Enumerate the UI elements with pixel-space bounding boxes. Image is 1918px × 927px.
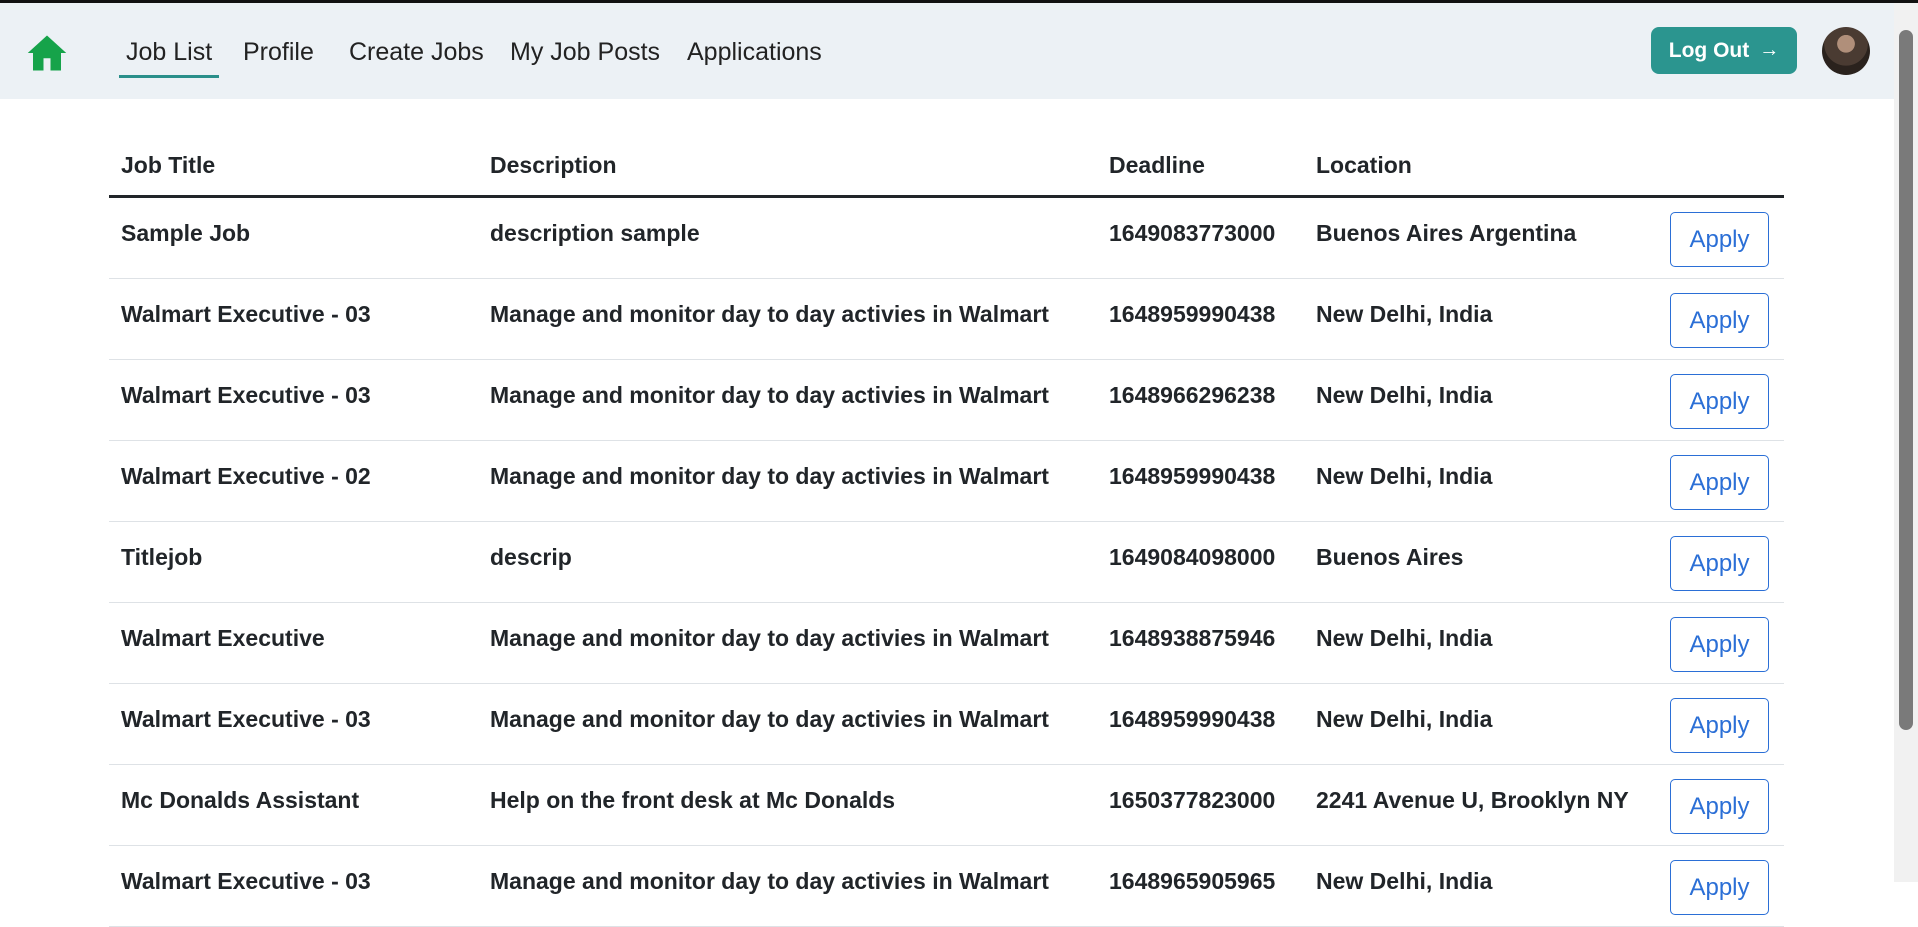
nav-create-jobs[interactable]: Create Jobs: [349, 37, 484, 67]
header-description: Description: [490, 152, 617, 178]
table-row: Sample Job description sample 164908377300…: [109, 198, 1784, 279]
cell-location: New Delhi, India: [1316, 301, 1493, 327]
cell-deadline: 1648959990438: [1109, 301, 1276, 327]
cell-job-title: Walmart Executive - 03: [121, 706, 371, 732]
cell-description: Manage and monitor day to day activies i…: [490, 625, 1049, 651]
cell-deadline: 1648966296238: [1109, 382, 1276, 408]
cell-description: descrip: [490, 544, 572, 570]
header-job-title: Job Title: [121, 152, 216, 178]
cell-job-title: Sample Job: [121, 220, 251, 246]
table-row: Walmart Executive - 03 Manage and monitor…: [109, 279, 1784, 360]
cell-deadline: 1648938875946: [1109, 625, 1276, 651]
cell-description: description sample: [490, 220, 700, 246]
nav-my-job-posts[interactable]: My Job Posts: [510, 37, 660, 67]
nav-applications[interactable]: Applications: [687, 37, 822, 67]
apply-button[interactable]: Apply: [1670, 455, 1769, 510]
table-row: Walmart Executive - 03 Manage and monitor…: [109, 360, 1784, 441]
table-row: Walmart Executive Manage and monitor day …: [109, 603, 1784, 684]
home-icon[interactable]: [26, 32, 68, 74]
cell-description: Manage and monitor day to day activies i…: [490, 463, 1049, 489]
cell-deadline: 1648959990438: [1109, 706, 1276, 732]
avatar[interactable]: [1822, 27, 1870, 75]
table-header: Job Title Description Deadline Location: [109, 140, 1784, 198]
arrow-right-icon: →: [1759, 39, 1780, 61]
apply-button[interactable]: Apply: [1670, 698, 1769, 753]
cell-deadline: 1649084098000: [1109, 544, 1276, 570]
cell-deadline: 1650377823000: [1109, 787, 1276, 813]
table-row: Mc Donalds Assistant Help on the front de…: [109, 765, 1784, 846]
cell-job-title: Walmart Executive - 03: [121, 301, 371, 327]
scrollbar-thumb[interactable]: [1899, 30, 1913, 730]
cell-location: Buenos Aires: [1316, 544, 1464, 570]
cell-description: Manage and monitor day to day activies i…: [490, 301, 1049, 327]
apply-button[interactable]: Apply: [1670, 617, 1769, 672]
table-row: Titlejob descrip 1649084098000 Buenos Aires…: [109, 522, 1784, 603]
cell-location: New Delhi, India: [1316, 463, 1493, 489]
cell-job-title: Walmart Executive - 03: [121, 382, 371, 408]
cell-deadline: 1649083773000: [1109, 220, 1276, 246]
cell-job-title: Mc Donalds Assistant: [121, 787, 360, 813]
apply-button[interactable]: Apply: [1670, 536, 1769, 591]
apply-button[interactable]: Apply: [1670, 293, 1769, 348]
header-location: Location: [1316, 152, 1412, 178]
cell-location: New Delhi, India: [1316, 706, 1493, 732]
cell-location: New Delhi, India: [1316, 382, 1493, 408]
header-deadline: Deadline: [1109, 152, 1205, 178]
cell-location: Buenos Aires Argentina: [1316, 220, 1577, 246]
nav-profile[interactable]: Profile: [243, 37, 314, 67]
logout-label: Log Out: [1668, 38, 1750, 62]
cell-job-title: Walmart Executive: [121, 625, 325, 651]
top-navbar: Job List Profile Create Jobs My Job Post…: [0, 3, 1894, 99]
cell-location: 2241 Avenue U, Brooklyn NY: [1316, 787, 1629, 813]
apply-button[interactable]: Apply: [1670, 212, 1769, 267]
apply-button[interactable]: Apply: [1670, 779, 1769, 834]
job-table: Job Title Description Deadline Location …: [109, 140, 1784, 927]
cell-description: Help on the front desk at Mc Donalds: [490, 787, 896, 813]
cell-location: New Delhi, India: [1316, 625, 1493, 651]
cell-job-title: Walmart Executive - 02: [121, 463, 371, 489]
cell-job-title: Titlejob: [121, 544, 203, 570]
table-row: Walmart Executive - 03 Manage and monitor…: [109, 684, 1784, 765]
cell-description: Manage and monitor day to day activies i…: [490, 382, 1049, 408]
apply-button[interactable]: Apply: [1670, 860, 1769, 915]
table-row: Walmart Executive - 03 Manage and monitor…: [109, 846, 1784, 927]
nav-job-list[interactable]: Job List: [118, 37, 220, 78]
cell-deadline: 1648959990438: [1109, 463, 1276, 489]
table-row: Walmart Executive - 02 Manage and monitor…: [109, 441, 1784, 522]
logout-button[interactable]: Log Out →: [1651, 27, 1797, 74]
apply-button[interactable]: Apply: [1670, 374, 1769, 429]
cell-description: Manage and monitor day to day activies i…: [490, 706, 1049, 732]
